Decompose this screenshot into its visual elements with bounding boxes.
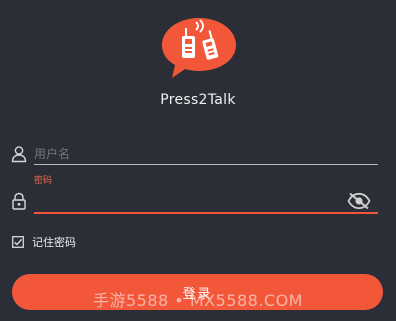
app-title: Press2Talk <box>160 92 236 108</box>
username-underline <box>34 164 378 165</box>
password-input[interactable] <box>34 193 339 209</box>
eye-slash-icon[interactable] <box>347 192 371 210</box>
password-underline <box>34 212 378 214</box>
remember-password-label: 记住密码 <box>32 236 76 249</box>
checkbox-checked-icon[interactable] <box>12 236 24 248</box>
username-input[interactable] <box>34 146 374 162</box>
remember-password-toggle[interactable]: 记住密码 <box>12 234 76 250</box>
user-icon <box>11 146 27 163</box>
lock-icon <box>12 192 26 210</box>
watermark-text: 手游5588 • MX5588.COM <box>93 291 303 310</box>
password-label: 密码 <box>34 176 53 186</box>
app-logo-icon <box>162 18 236 78</box>
